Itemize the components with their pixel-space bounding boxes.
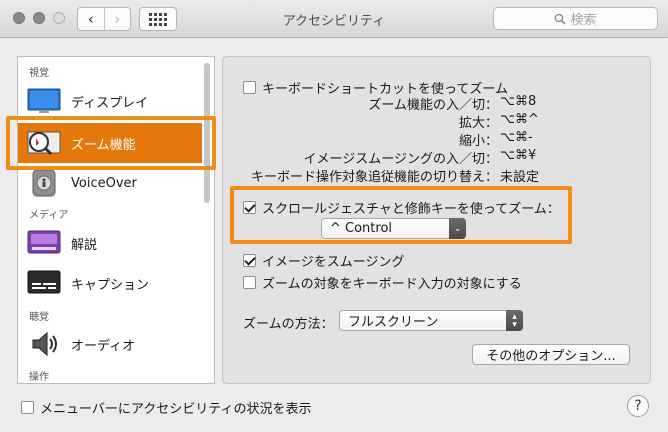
smoothing-checkbox[interactable] bbox=[243, 254, 256, 267]
search-field[interactable]: 検索 bbox=[493, 7, 658, 30]
sidebar-item-audio[interactable]: オーディオ bbox=[18, 324, 202, 364]
shortcut-row-zoom-in: 拡大： ⌥⌘^ bbox=[223, 112, 652, 131]
shortcut-row-toggle: ズーム機能の入／切： ⌥⌘8 bbox=[223, 94, 652, 113]
zoom-style-label: ズームの方法： bbox=[243, 317, 334, 332]
voiceover-icon bbox=[27, 168, 61, 198]
shortcut-key: ⌥⌘- bbox=[500, 130, 533, 145]
zoom-style-row: ズームの方法： bbox=[243, 313, 334, 332]
sidebar-header-interaction: 操作 bbox=[29, 372, 49, 383]
shortcut-key: ⌥⌘¥ bbox=[500, 148, 537, 163]
speaker-icon bbox=[27, 329, 61, 359]
sidebar-item-descriptions[interactable]: 解説 bbox=[18, 223, 202, 263]
shortcut-label: 拡大： bbox=[458, 116, 498, 131]
category-sidebar[interactable]: 視覚 ディスプレイ ズーム機能 VoiceOver メディア 解説 キャプション… bbox=[17, 56, 215, 384]
menubar-status-option[interactable]: メニューバーにアクセシビリティの状況を表示 bbox=[21, 398, 311, 417]
smoothing-option[interactable]: イメージをスムージング bbox=[243, 251, 404, 270]
search-icon bbox=[555, 13, 567, 25]
keyboard-shortcut-checkbox[interactable] bbox=[243, 81, 256, 94]
sidebar-header-hearing: 聴覚 bbox=[29, 312, 49, 323]
sidebar-item-display[interactable]: ディスプレイ bbox=[18, 81, 202, 121]
help-icon: ? bbox=[634, 398, 642, 414]
captions-icon bbox=[27, 268, 61, 298]
menubar-status-label: メニューバーにアクセシビリティの状況を表示 bbox=[40, 402, 312, 417]
shortcut-label: ズーム機能の入／切： bbox=[368, 98, 498, 113]
display-icon bbox=[27, 86, 61, 116]
updown-arrows-icon: ▴ ▾ bbox=[506, 310, 523, 331]
shortcut-key: ⌥⌘8 bbox=[500, 94, 537, 109]
sidebar-header-vision: 視覚 bbox=[29, 68, 49, 79]
sidebar-item-label: VoiceOver bbox=[71, 175, 137, 191]
shortcut-row-smoothing: イメージスムージングの入／切： ⌥⌘¥ bbox=[223, 148, 652, 167]
zoom-style-popup[interactable]: フルスクリーン ▴ ▾ bbox=[339, 310, 523, 331]
smoothing-label: イメージをスムージング bbox=[262, 255, 405, 270]
help-button[interactable]: ? bbox=[627, 395, 649, 417]
sidebar-item-label: キャプション bbox=[71, 277, 150, 293]
annotation-highlight-scroll-gesture bbox=[230, 186, 572, 244]
follow-focus-option[interactable]: ズームの対象をキーボード入力の対象にする bbox=[243, 273, 522, 292]
sidebar-item-label: 解説 bbox=[71, 237, 98, 253]
follow-focus-label: ズームの対象をキーボード入力の対象にする bbox=[262, 277, 522, 292]
annotation-highlight-zoom bbox=[6, 116, 216, 170]
window-toolbar: ‹ › アクセシビリティ 検索 bbox=[0, 0, 668, 38]
sidebar-item-captions[interactable]: キャプション bbox=[18, 263, 202, 303]
sidebar-header-media: メディア bbox=[29, 210, 69, 221]
follow-focus-checkbox[interactable] bbox=[243, 276, 256, 289]
sidebar-item-label: オーディオ bbox=[71, 338, 136, 354]
shortcut-key: ⌥⌘^ bbox=[500, 112, 539, 127]
shortcut-key: 未設定 bbox=[500, 170, 540, 185]
shortcut-row-zoom-out: 縮小： ⌥⌘- bbox=[223, 130, 652, 149]
descriptions-icon bbox=[27, 228, 61, 258]
more-options-button[interactable]: その他のオプション... bbox=[472, 344, 630, 365]
search-placeholder: 検索 bbox=[570, 13, 597, 28]
sidebar-item-label: ディスプレイ bbox=[71, 95, 149, 111]
shortcut-label: 縮小： bbox=[458, 134, 498, 149]
shortcut-row-focus: キーボード操作対象追従機能の切り替え： 未設定 bbox=[223, 166, 652, 185]
shortcut-label: キーボード操作対象追従機能の切り替え： bbox=[250, 170, 498, 185]
zoom-style-value: フルスクリーン bbox=[348, 315, 439, 330]
menubar-status-checkbox[interactable] bbox=[21, 401, 34, 414]
shortcut-label: イメージスムージングの入／切： bbox=[303, 152, 498, 167]
